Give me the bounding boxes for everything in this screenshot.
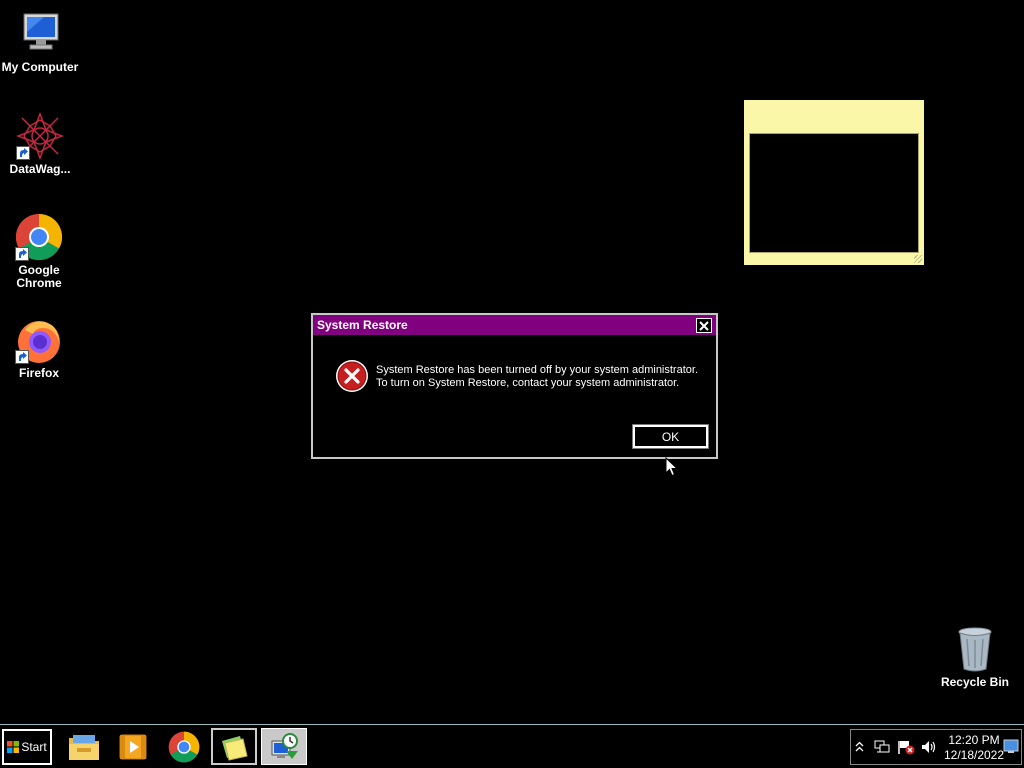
taskbar: Start 12:20 PM 12/18/2022	[0, 724, 1024, 768]
sticky-note-text-area[interactable]	[749, 133, 919, 253]
shortcut-arrow-icon	[15, 350, 29, 364]
desktop-icon-datawag[interactable]: DataWag...	[0, 111, 80, 176]
sticky-note[interactable]	[744, 100, 924, 265]
desktop-icon-label: Google Chrome	[16, 263, 62, 290]
chrome-icon	[15, 213, 63, 261]
firefox-icon	[15, 316, 63, 364]
taskbar-clock[interactable]: 12:20 PM 12/18/2022	[943, 733, 1005, 763]
sticky-notes-icon	[222, 735, 248, 761]
message-line-2: To turn on System Restore, contact your …	[376, 377, 680, 389]
media-player-icon	[119, 734, 147, 759]
clock-date: 12/18/2022	[943, 748, 1005, 762]
windows-logo-icon	[7, 741, 20, 753]
mouse-pointer-icon	[665, 456, 679, 482]
system-restore-icon	[271, 732, 298, 759]
clock-time: 12:20 PM	[948, 733, 1000, 747]
desktop-icon-google-chrome[interactable]: Google Chrome	[0, 213, 79, 290]
computer-icon	[16, 10, 64, 58]
close-icon	[699, 320, 709, 331]
shortcut-arrow-icon	[15, 247, 29, 261]
chrome-icon	[168, 731, 200, 762]
dialog-title: System Restore	[317, 318, 408, 332]
volume-tray-button[interactable]	[921, 740, 937, 759]
taskbar-sticky-notes[interactable]	[211, 728, 257, 765]
file-explorer-icon	[69, 734, 99, 760]
dialog-title-bar[interactable]: System Restore	[313, 315, 716, 335]
action-center-tray-button[interactable]	[897, 740, 915, 760]
show-desktop-icon	[1003, 739, 1019, 753]
network-tray-button[interactable]	[874, 740, 890, 759]
start-button[interactable]: Start	[2, 729, 52, 765]
taskbar-file-explorer[interactable]	[61, 728, 107, 765]
desktop-icon-firefox[interactable]: Firefox	[0, 316, 79, 380]
message-line-1: System Restore has been turned off by yo…	[376, 364, 699, 376]
start-label: Start	[21, 740, 47, 754]
taskbar-media-player[interactable]	[110, 728, 156, 765]
resize-grip[interactable]	[914, 255, 922, 263]
show-hidden-icons-button[interactable]	[855, 740, 864, 758]
taskbar-chrome[interactable]	[161, 728, 207, 765]
show-desktop-button[interactable]	[1003, 739, 1019, 760]
system-restore-dialog: System Restore System Restore has been t…	[311, 313, 718, 459]
chevron-up-icon	[855, 741, 864, 752]
volume-icon	[922, 741, 936, 753]
shortcut-arrow-icon	[16, 146, 30, 160]
network-icon	[874, 740, 890, 753]
close-button[interactable]	[696, 318, 712, 333]
datawag-icon	[15, 111, 65, 161]
desktop-icon-recycle-bin[interactable]: Recycle Bin	[935, 625, 1015, 689]
error-icon	[335, 359, 369, 398]
dialog-message: System Restore has been turned off by yo…	[376, 364, 698, 390]
recycle-bin-icon	[951, 625, 999, 673]
desktop-icon-label: DataWag...	[9, 162, 71, 176]
taskbar-system-restore[interactable]	[261, 728, 307, 765]
desktop-icon-label: My Computer	[1, 60, 79, 74]
ok-button[interactable]: OK	[632, 424, 709, 449]
desktop-icon-label: Firefox	[18, 366, 59, 380]
desktop-icon-label: Recycle Bin	[940, 675, 1010, 689]
system-tray: 12:20 PM 12/18/2022	[850, 729, 1022, 765]
desktop-icon-my-computer[interactable]: My Computer	[0, 10, 80, 74]
action-center-flag-icon	[898, 741, 915, 755]
ok-button-label: OK	[661, 429, 680, 444]
